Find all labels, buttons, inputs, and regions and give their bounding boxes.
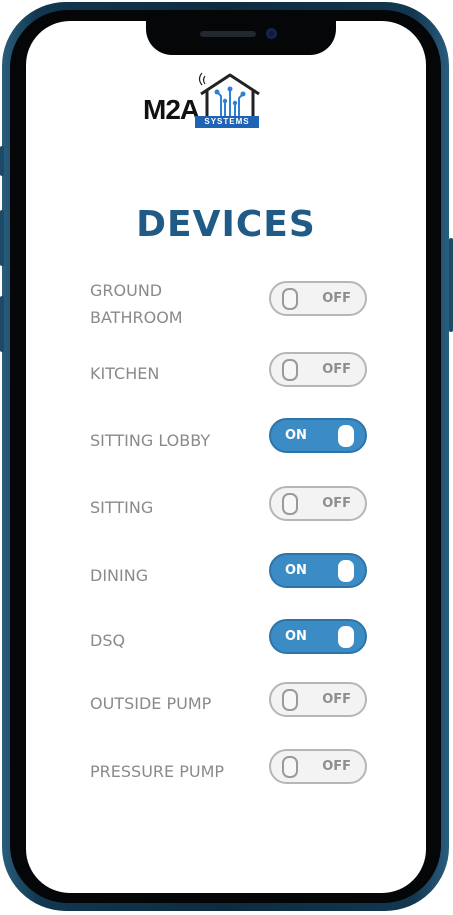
device-toggle[interactable]: ON: [269, 553, 367, 588]
device-label-line2: BATHROOM: [90, 308, 183, 327]
phone-notch: [146, 21, 336, 55]
device-toggle[interactable]: OFF: [269, 749, 367, 784]
toggle-state-label: ON: [285, 428, 307, 443]
device-toggle[interactable]: OFF: [269, 281, 367, 316]
device-toggle[interactable]: OFF: [269, 682, 367, 717]
toggle-knob: [282, 359, 298, 381]
toggle-state-label: OFF: [322, 759, 351, 774]
app-screen: M2A SYSTEMS DEVICES GROUND BATHROOM OFF …: [26, 21, 426, 893]
device-toggle[interactable]: ON: [269, 619, 367, 654]
toggle-knob: [282, 689, 298, 711]
toggle-knob: [282, 493, 298, 515]
device-label: KITCHEN: [90, 364, 160, 383]
toggle-state-label: ON: [285, 563, 307, 578]
toggle-state-label: OFF: [322, 496, 351, 511]
toggle-knob: [282, 288, 298, 310]
side-button-mute: [0, 146, 4, 176]
toggle-knob: [338, 626, 354, 648]
device-label: SITTING LOBBY: [90, 431, 211, 450]
toggle-knob: [282, 756, 298, 778]
device-toggle[interactable]: OFF: [269, 486, 367, 521]
side-button-power: [449, 238, 453, 332]
brand-logo: M2A SYSTEMS: [143, 72, 263, 132]
brand-tagline: SYSTEMS: [195, 116, 259, 128]
toggle-knob: [338, 425, 354, 447]
device-label: OUTSIDE PUMP: [90, 694, 212, 713]
house-circuit-icon: [198, 72, 260, 116]
device-toggle[interactable]: OFF: [269, 352, 367, 387]
toggle-knob: [338, 560, 354, 582]
device-label: DINING: [90, 566, 149, 585]
device-label: GROUND BATHROOM: [90, 277, 240, 331]
toggle-state-label: OFF: [322, 692, 351, 707]
device-label: SITTING: [90, 498, 154, 517]
device-label: DSQ: [90, 631, 126, 650]
speaker-grille: [200, 31, 256, 37]
device-label: PRESSURE PUMP: [90, 762, 225, 781]
device-toggle[interactable]: ON: [269, 418, 367, 453]
side-button-volume-up: [0, 210, 4, 266]
side-button-volume-down: [0, 296, 4, 352]
toggle-state-label: ON: [285, 629, 307, 644]
device-label-line1: GROUND: [90, 281, 163, 300]
brand-name: M2A: [143, 94, 200, 125]
front-camera-icon: [266, 28, 277, 39]
toggle-state-label: OFF: [322, 362, 351, 377]
page-title: DEVICES: [136, 204, 316, 245]
toggle-state-label: OFF: [322, 291, 351, 306]
